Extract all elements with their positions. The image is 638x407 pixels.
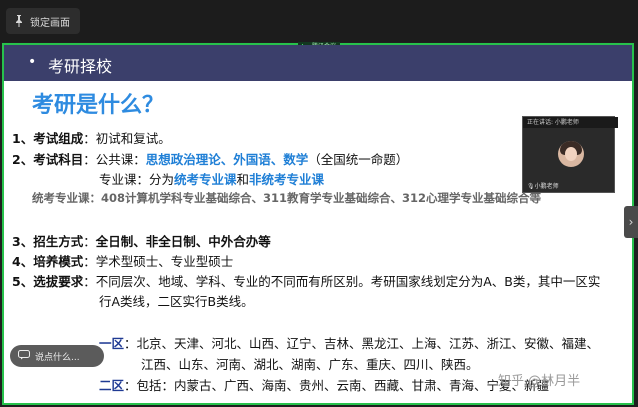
mic-icon: 🎙 bbox=[527, 183, 535, 190]
watermark: 知乎 @林月半 bbox=[498, 374, 581, 389]
item-exam-subjects: 2、考试科目：公共课：思想政治理论、外国语、数学（全国统一命题） bbox=[12, 152, 409, 167]
zone-one-line1: 一区：北京、天津、河北、山西、辽宁、吉林、黑龙江、上海、江苏、浙江、安徽、福建、 bbox=[99, 336, 600, 351]
item-major-courses: 专业课：分为统考专业课和非统考专业课 bbox=[99, 172, 325, 187]
item-admission-type: 3、招生方式：全日制、非全日制、中外合办等 bbox=[12, 234, 271, 249]
speaker-name: 🎙小鹏老师 bbox=[527, 183, 559, 190]
zone-two-line1: 二区：包括：内蒙古、广西、海南、贵州、云南、西藏、甘肃、青海、宁夏、新疆 bbox=[99, 378, 550, 393]
slide-header: • 考研择校 bbox=[4, 45, 632, 81]
speaker-status: 正在讲话: 小鹏老师 bbox=[523, 117, 618, 128]
comment-input[interactable]: 说点什么... bbox=[10, 345, 104, 367]
item-selection-requirement: 5、选拔要求：不同层次、地域、学科、专业的不同而有所区别。考研国家线划定分为A、… bbox=[12, 274, 601, 289]
pin-icon bbox=[14, 15, 24, 27]
lock-screen-button[interactable]: 锁定画面 bbox=[6, 8, 80, 34]
item-exam-composition: 1、考试组成：初试和复试。 bbox=[12, 131, 171, 146]
zone-one-line2: 江西、山东、河南、湖北、湖南、广东、重庆、四川、陕西。 bbox=[141, 357, 479, 372]
item-selection-line2: 行A类线，二区实行B类线。 bbox=[99, 294, 254, 309]
speaker-video-tile[interactable]: 正在讲话: 小鹏老师 🎙小鹏老师 bbox=[522, 116, 618, 193]
lock-screen-label: 锁定画面 bbox=[30, 17, 70, 29]
chat-icon bbox=[18, 349, 30, 363]
chevron-right-icon[interactable]: › bbox=[624, 206, 638, 238]
slide-question: 考研是什么？ bbox=[32, 93, 165, 118]
header-bullet: • bbox=[28, 54, 37, 70]
speaker-avatar bbox=[558, 141, 584, 167]
comment-placeholder: 说点什么... bbox=[35, 352, 80, 363]
slide-title: 考研择校 bbox=[48, 57, 113, 76]
top-toolbar: 锁定画面 bbox=[0, 0, 638, 42]
item-training-mode: 4、培养模式：学术型硕士、专业型硕士 bbox=[12, 254, 234, 269]
unified-major-list: 统考专业课：408计算机学科专业基础综合、311教育学专业基础综合、312心理学… bbox=[32, 191, 542, 205]
